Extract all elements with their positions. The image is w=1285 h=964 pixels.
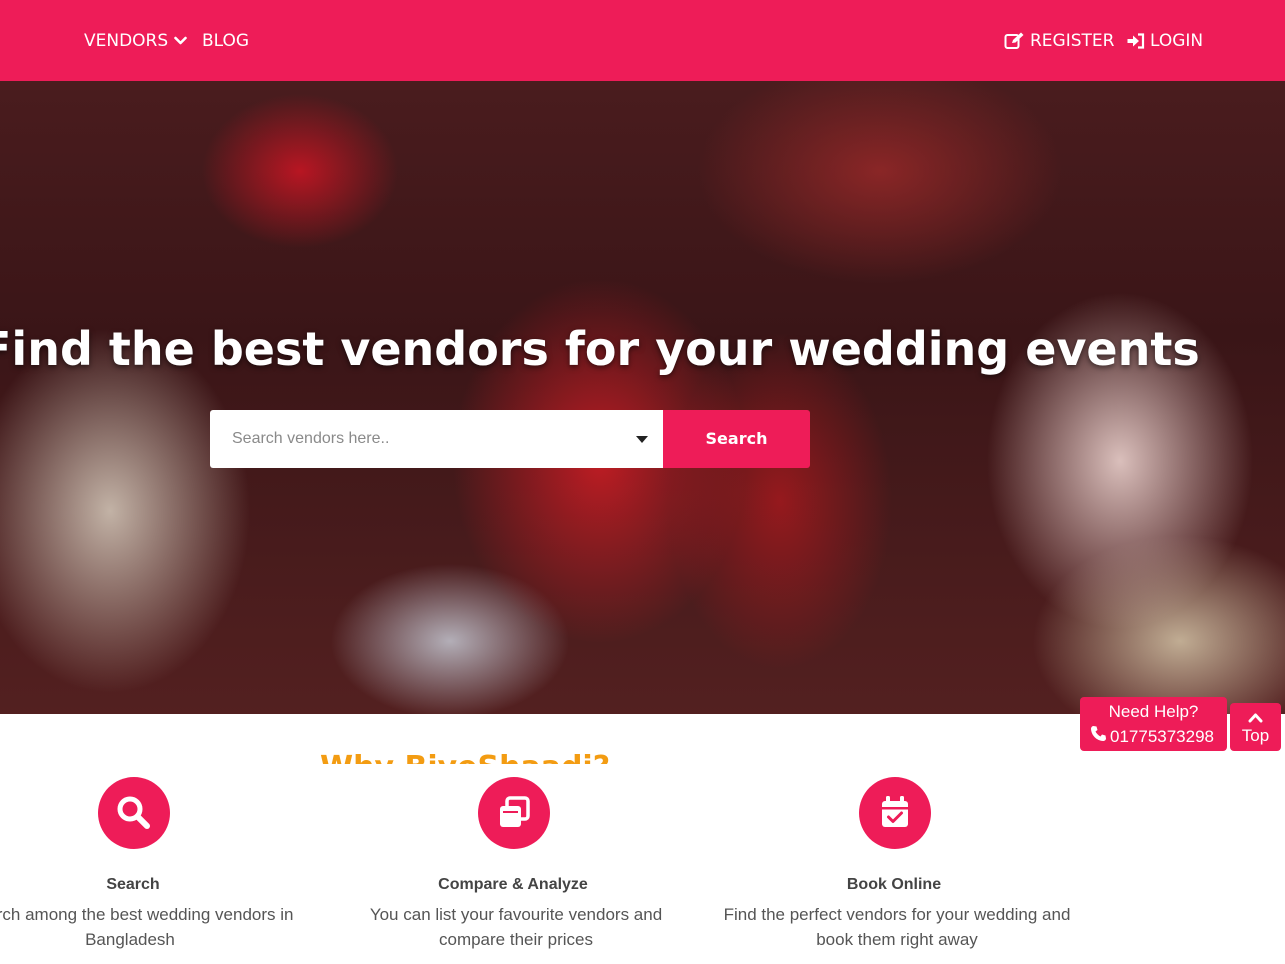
calendar-check-icon — [859, 777, 931, 849]
chevron-down-icon — [174, 36, 187, 46]
login-label: LOGIN — [1150, 31, 1204, 51]
blog-link[interactable]: BLOG — [202, 30, 249, 52]
feature-title-compare: Compare & Analyze — [438, 876, 588, 893]
login-link[interactable]: LOGIN — [1127, 30, 1203, 52]
register-link[interactable]: REGISTER — [1004, 30, 1114, 52]
hero-title: Find the best vendors for your wedding e… — [0, 322, 1200, 376]
section-heading: Why BiyeShaadi? — [320, 750, 610, 764]
search-button[interactable]: Search — [663, 410, 810, 468]
vendors-menu[interactable]: VENDORS — [84, 30, 187, 52]
feature-title-search: Search — [106, 876, 160, 893]
caret-down-icon[interactable] — [636, 436, 648, 443]
feature-desc-search: Search among the best wedding vendors in… — [0, 905, 294, 949]
help-phone[interactable]: 01775373298 — [1090, 725, 1214, 748]
sign-in-icon — [1127, 33, 1145, 49]
hero-banner: Find the best vendors for your wedding e… — [0, 81, 1285, 714]
need-help-title: Need Help? — [1108, 702, 1199, 721]
section-heading-clip: Why BiyeShaadi? — [300, 750, 740, 764]
search-icon — [98, 777, 170, 849]
need-help-widget[interactable]: Need Help? 01775373298 — [1080, 697, 1227, 751]
clone-icon — [478, 777, 550, 849]
vendors-menu-label: VENDORS — [84, 31, 169, 51]
top-navbar: VENDORS BLOG REGISTER LOGIN — [0, 0, 1285, 81]
phone-icon — [1090, 725, 1107, 748]
back-to-top-button[interactable]: Top — [1230, 703, 1281, 751]
help-phone-number: 01775373298 — [1110, 726, 1215, 746]
vendor-search-select[interactable]: Search vendors here.. — [210, 410, 663, 468]
back-to-top-label: Top — [1241, 726, 1270, 745]
search-placeholder: Search vendors here.. — [232, 430, 390, 447]
register-label: REGISTER — [1030, 31, 1115, 51]
edit-icon — [1004, 32, 1024, 50]
feature-desc-book: Find the perfect vendors for your weddin… — [723, 905, 1071, 949]
feature-desc-compare: You can list your favourite vendors and … — [369, 905, 663, 949]
feature-title-book: Book Online — [846, 876, 942, 893]
